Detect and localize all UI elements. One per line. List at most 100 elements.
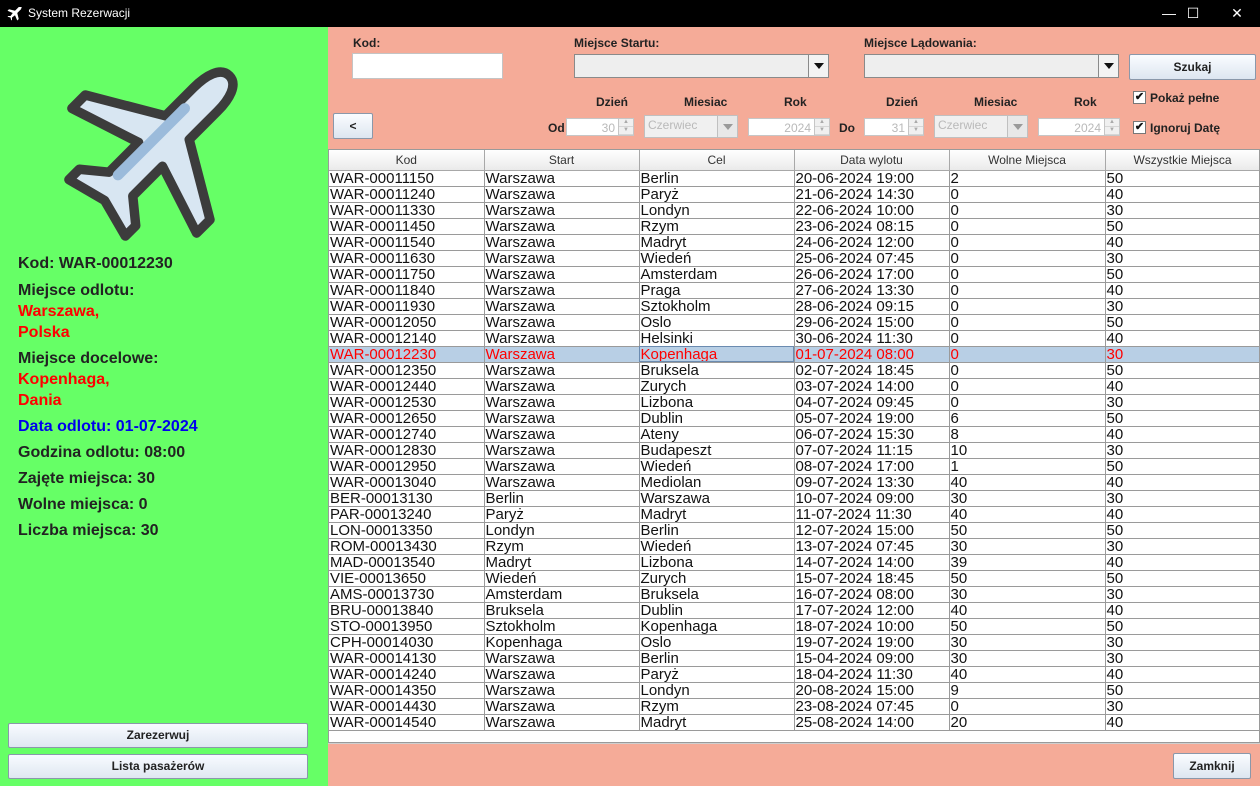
- cell-free-seats[interactable]: 0: [949, 186, 1106, 203]
- landing-location-select[interactable]: [864, 54, 1119, 78]
- cell-start[interactable]: Wiedeń: [484, 570, 640, 587]
- cell-destination[interactable]: Praga: [639, 282, 795, 299]
- table-row[interactable]: WAR-00014240 Warszawa Paryż 18-04-2024 11:3…: [329, 666, 1259, 683]
- cell-free-seats[interactable]: 30: [949, 490, 1106, 507]
- cell-date[interactable]: 02-07-2024 18:45: [794, 362, 950, 379]
- cell-start[interactable]: Warszawa: [484, 218, 640, 235]
- cell-all-seats[interactable]: 50: [1105, 314, 1259, 331]
- cell-free-seats[interactable]: 30: [949, 634, 1106, 651]
- cell-date[interactable]: 05-07-2024 19:00: [794, 410, 950, 427]
- code-input[interactable]: [352, 53, 503, 79]
- cell-free-seats[interactable]: 10: [949, 442, 1106, 459]
- cell-code[interactable]: WAR-00012650: [329, 410, 485, 427]
- table-row[interactable]: BER-00013130 Berlin Warszawa 10-07-2024 09:…: [329, 490, 1259, 507]
- cell-all-seats[interactable]: 40: [1105, 506, 1259, 523]
- cell-free-seats[interactable]: 40: [949, 602, 1106, 619]
- cell-all-seats[interactable]: 30: [1105, 538, 1259, 555]
- cell-all-seats[interactable]: 50: [1105, 266, 1259, 283]
- table-row[interactable]: WAR-00011750 Warszawa Amsterdam 26-06-2024 …: [329, 266, 1259, 283]
- cell-destination[interactable]: Budapeszt: [639, 442, 795, 459]
- column-header-start[interactable]: Start: [484, 150, 640, 171]
- cell-destination[interactable]: Kopenhaga: [639, 346, 795, 363]
- cell-date[interactable]: 18-07-2024 10:00: [794, 618, 950, 635]
- cell-start[interactable]: Warszawa: [484, 362, 640, 379]
- cell-free-seats[interactable]: 0: [949, 346, 1106, 363]
- cell-code[interactable]: WAR-00012230: [329, 346, 485, 363]
- cell-date[interactable]: 19-07-2024 19:00: [794, 634, 950, 651]
- cell-code[interactable]: WAR-00011840: [329, 282, 485, 299]
- cell-destination[interactable]: Zurych: [639, 378, 795, 395]
- cell-destination[interactable]: Ateny: [639, 426, 795, 443]
- cell-date[interactable]: 25-08-2024 14:00: [794, 714, 950, 731]
- cell-date[interactable]: 15-04-2024 09:00: [794, 650, 950, 667]
- cell-code[interactable]: WAR-00012950: [329, 458, 485, 475]
- cell-code[interactable]: WAR-00013040: [329, 474, 485, 491]
- cell-start[interactable]: Warszawa: [484, 298, 640, 315]
- table-row[interactable]: WAR-00012530 Warszawa Lizbona 04-07-2024 09…: [329, 394, 1259, 411]
- cell-free-seats[interactable]: 0: [949, 394, 1106, 411]
- cell-all-seats[interactable]: 50: [1105, 570, 1259, 587]
- cell-all-seats[interactable]: 30: [1105, 202, 1259, 219]
- cell-start[interactable]: Warszawa: [484, 250, 640, 267]
- column-header-date[interactable]: Data wylotu: [794, 150, 950, 171]
- cell-code[interactable]: BER-00013130: [329, 490, 485, 507]
- cell-free-seats[interactable]: 50: [949, 618, 1106, 635]
- cell-all-seats[interactable]: 30: [1105, 634, 1259, 651]
- from-day-spinner[interactable]: 30 ▲ ▼: [566, 118, 634, 136]
- cell-start[interactable]: Warszawa: [484, 666, 640, 683]
- cell-all-seats[interactable]: 40: [1105, 426, 1259, 443]
- cell-free-seats[interactable]: 50: [949, 522, 1106, 539]
- close-button[interactable]: Zamknij: [1173, 753, 1251, 779]
- table-row[interactable]: WAR-00014540 Warszawa Madryt 25-08-2024 14:…: [329, 714, 1259, 731]
- table-row[interactable]: WAR-00013040 Warszawa Mediolan 09-07-2024 1…: [329, 474, 1259, 491]
- cell-date[interactable]: 20-06-2024 19:00: [794, 170, 950, 187]
- cell-all-seats[interactable]: 30: [1105, 698, 1259, 715]
- cell-free-seats[interactable]: 0: [949, 266, 1106, 283]
- cell-free-seats[interactable]: 0: [949, 298, 1106, 315]
- cell-all-seats[interactable]: 50: [1105, 618, 1259, 635]
- cell-destination[interactable]: Rzym: [639, 218, 795, 235]
- table-row[interactable]: LON-00013350 Londyn Berlin 12-07-2024 15:00…: [329, 522, 1259, 539]
- cell-code[interactable]: WAR-00014350: [329, 682, 485, 699]
- spinner-down-icon[interactable]: ▼: [1105, 127, 1119, 135]
- cell-destination[interactable]: Londyn: [639, 202, 795, 219]
- cell-all-seats[interactable]: 50: [1105, 410, 1259, 427]
- table-row[interactable]: WAR-00014430 Warszawa Rzym 23-08-2024 07:45…: [329, 698, 1259, 715]
- cell-all-seats[interactable]: 30: [1105, 650, 1259, 667]
- cell-code[interactable]: ROM-00013430: [329, 538, 485, 555]
- cell-destination[interactable]: Madryt: [639, 234, 795, 251]
- spinner-up-icon[interactable]: ▲: [1105, 119, 1119, 127]
- cell-code[interactable]: WAR-00012350: [329, 362, 485, 379]
- cell-code[interactable]: WAR-00011630: [329, 250, 485, 267]
- back-button[interactable]: <: [333, 113, 373, 139]
- cell-date[interactable]: 13-07-2024 07:45: [794, 538, 950, 555]
- cell-all-seats[interactable]: 40: [1105, 378, 1259, 395]
- cell-destination[interactable]: Sztokholm: [639, 298, 795, 315]
- spinner-up-icon[interactable]: ▲: [909, 119, 923, 127]
- maximize-button[interactable]: ☐: [1170, 0, 1216, 27]
- table-row[interactable]: WAR-00012050 Warszawa Oslo 29-06-2024 15:00…: [329, 314, 1259, 331]
- cell-all-seats[interactable]: 40: [1105, 282, 1259, 299]
- cell-all-seats[interactable]: 30: [1105, 490, 1259, 507]
- cell-date[interactable]: 28-06-2024 09:15: [794, 298, 950, 315]
- cell-destination[interactable]: Wiedeń: [639, 250, 795, 267]
- cell-all-seats[interactable]: 40: [1105, 330, 1259, 347]
- cell-date[interactable]: 07-07-2024 11:15: [794, 442, 950, 459]
- cell-date[interactable]: 03-07-2024 14:00: [794, 378, 950, 395]
- cell-start[interactable]: Madryt: [484, 554, 640, 571]
- table-row[interactable]: WAR-00012830 Warszawa Budapeszt 07-07-2024 …: [329, 442, 1259, 459]
- cell-date[interactable]: 08-07-2024 17:00: [794, 458, 950, 475]
- cell-code[interactable]: WAR-00012140: [329, 330, 485, 347]
- cell-start[interactable]: Kopenhaga: [484, 634, 640, 651]
- cell-destination[interactable]: Berlin: [639, 522, 795, 539]
- cell-code[interactable]: VIE-00013650: [329, 570, 485, 587]
- cell-start[interactable]: Warszawa: [484, 474, 640, 491]
- table-row[interactable]: WAR-00014350 Warszawa Londyn 20-08-2024 15:…: [329, 682, 1259, 699]
- cell-destination[interactable]: Amsterdam: [639, 266, 795, 283]
- cell-free-seats[interactable]: 0: [949, 282, 1106, 299]
- cell-code[interactable]: WAR-00012530: [329, 394, 485, 411]
- cell-code[interactable]: WAR-00014240: [329, 666, 485, 683]
- spinner-down-icon[interactable]: ▼: [619, 127, 633, 135]
- cell-code[interactable]: WAR-00014130: [329, 650, 485, 667]
- cell-start[interactable]: Warszawa: [484, 442, 640, 459]
